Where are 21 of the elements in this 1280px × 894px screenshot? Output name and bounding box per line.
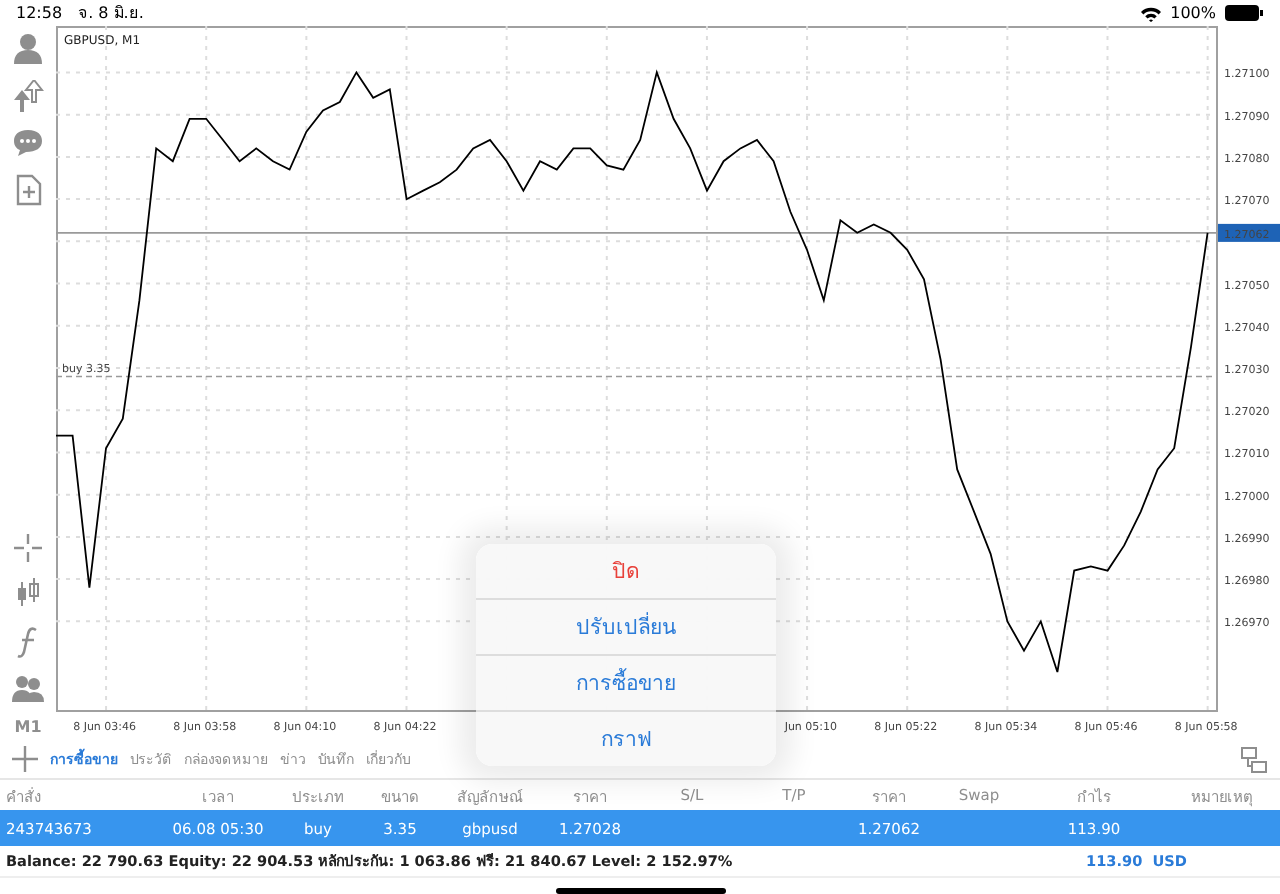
- menu-item[interactable]: กราฟ: [476, 710, 776, 766]
- up-down-arrows-icon[interactable]: [12, 80, 44, 112]
- people-icon[interactable]: [12, 674, 44, 702]
- menu-item[interactable]: ปรับเปลี่ยน: [476, 598, 776, 654]
- person-icon[interactable]: [12, 32, 44, 64]
- new-document-icon[interactable]: [15, 174, 41, 206]
- battery-icon: [1224, 4, 1264, 22]
- layout-icon[interactable]: [1240, 745, 1268, 773]
- home-indicator[interactable]: [555, 887, 725, 893]
- wifi-icon: [1140, 5, 1163, 21]
- menu-item[interactable]: ปิด: [476, 544, 776, 598]
- chat-bubble-icon[interactable]: [12, 128, 44, 158]
- candlestick-icon[interactable]: [14, 578, 42, 610]
- status-time: 12:58: [16, 4, 63, 22]
- crosshair-icon[interactable]: [14, 534, 42, 562]
- add-icon[interactable]: [12, 746, 38, 772]
- status-date: จ. 8 มิ.ย.: [78, 2, 144, 26]
- function-icon[interactable]: [16, 626, 40, 658]
- battery-percent: 100%: [1170, 4, 1216, 22]
- timeframe-label[interactable]: M1: [14, 718, 42, 736]
- menu-item[interactable]: การซื้อขาย: [476, 654, 776, 710]
